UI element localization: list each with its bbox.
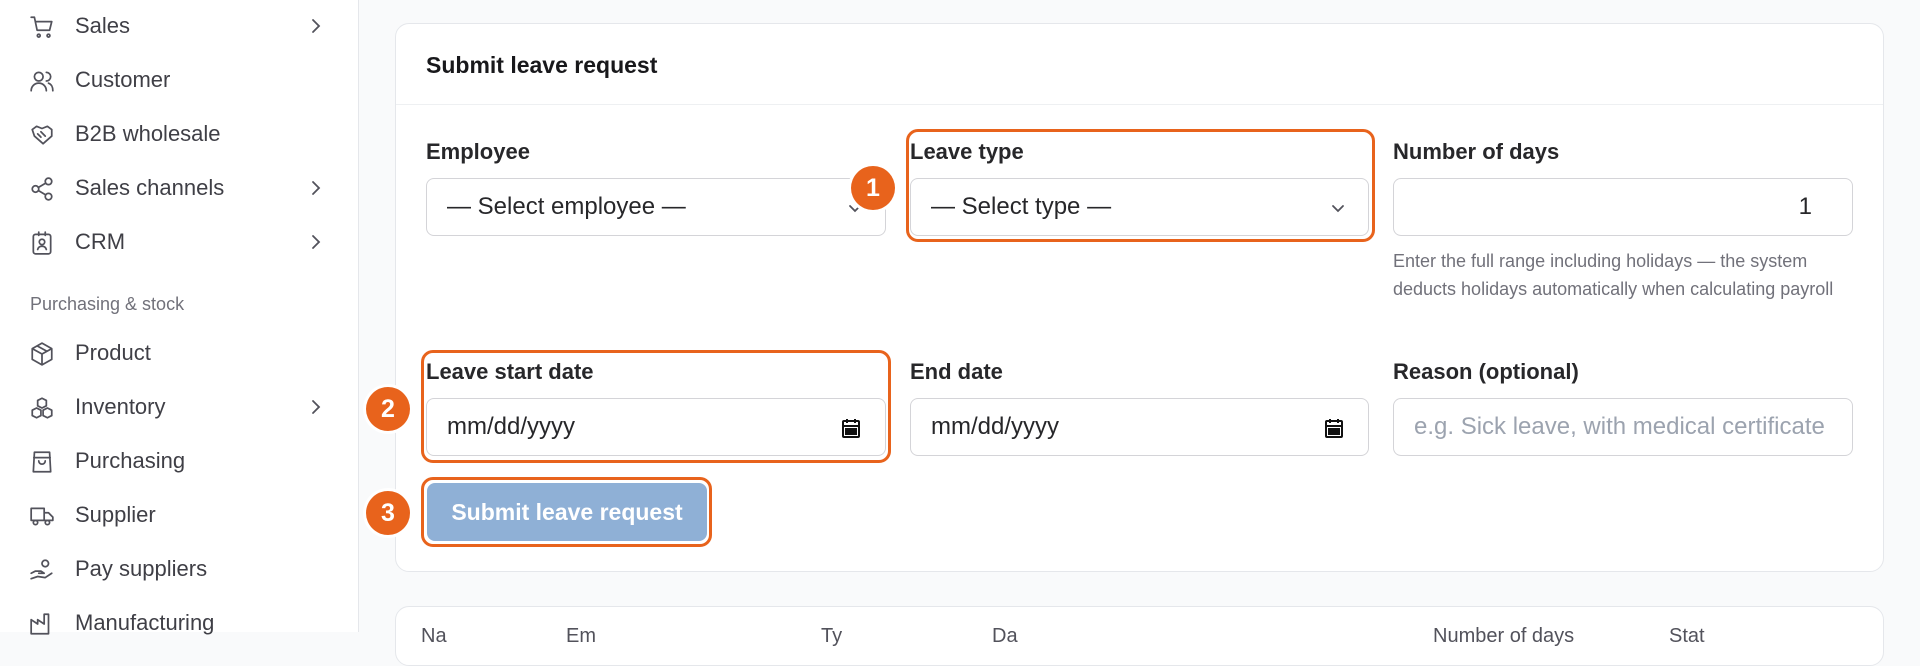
card-title: Submit leave request: [426, 52, 658, 78]
table-header: Stat: [1669, 625, 1705, 647]
box-icon: [29, 341, 55, 367]
sidebar-item-label: Sales: [75, 13, 131, 38]
sidebar-item-sales[interactable]: Sales: [0, 2, 358, 50]
sidebar-item-purchasing[interactable]: Purchasing: [0, 437, 358, 485]
chevron-right-icon: [306, 397, 326, 417]
number-of-days-label: Number of days: [1393, 139, 1560, 164]
reason-input[interactable]: e.g. Sick leave, with medical certificat…: [1393, 398, 1853, 456]
factory-icon: [29, 611, 55, 637]
leave-type-select[interactable]: — Select type —: [910, 178, 1369, 236]
sidebar-item-label: Sales channels: [75, 175, 225, 200]
sidebar-item-label: B2B wholesale: [75, 121, 221, 146]
sidebar-item-product[interactable]: Product: [0, 329, 358, 377]
calendar-icon[interactable]: [1322, 416, 1346, 440]
sidebar: Sales Customer B2B wholesale Sales chann…: [0, 0, 359, 635]
annotation-badge-3: 3: [366, 491, 410, 535]
sidebar-item-label: Customer: [75, 67, 171, 92]
submit-leave-request-button[interactable]: Submit leave request: [427, 483, 707, 541]
handshake-icon: [29, 122, 55, 148]
number-of-days-help: Enter the full range including holidays …: [1393, 251, 1834, 299]
calendar-icon[interactable]: [839, 416, 863, 440]
chevron-right-icon: [306, 16, 326, 36]
leave-start-date-input[interactable]: mm/dd/yyyy: [426, 398, 886, 456]
hand-coins-icon: [29, 557, 55, 583]
sidebar-item-crm[interactable]: CRM: [0, 218, 358, 266]
shopping-cart-icon: [29, 14, 55, 40]
number-of-days-input[interactable]: 1: [1393, 178, 1853, 236]
sidebar-section-title: Purchasing & stock: [30, 294, 185, 314]
sidebar-item-customer[interactable]: Customer: [0, 56, 358, 104]
leave-start-date-label: Leave start date: [426, 359, 594, 384]
table-header: Na: [421, 625, 447, 647]
reason-label: Reason (optional): [1393, 359, 1579, 384]
table-header: Em: [566, 625, 596, 647]
sidebar-item-pay-suppliers[interactable]: Pay suppliers: [0, 545, 358, 593]
reason-placeholder: e.g. Sick leave, with medical certificat…: [1414, 413, 1825, 440]
chevron-right-icon: [306, 232, 326, 252]
leave-type-label: Leave type: [910, 139, 1024, 164]
employee-select-value: — Select employee —: [447, 193, 686, 220]
card-header: Submit leave request: [396, 24, 1883, 105]
sidebar-item-inventory[interactable]: Inventory: [0, 383, 358, 431]
leave-requests-table: Na Em Ty Da Number of days Stat: [395, 606, 1884, 666]
employee-select[interactable]: — Select employee —: [426, 178, 886, 236]
sidebar-item-label: Supplier: [75, 502, 156, 527]
chevron-down-icon: [1328, 198, 1348, 218]
sidebar-item-supplier[interactable]: Supplier: [0, 491, 358, 539]
table-header: Ty: [821, 625, 843, 647]
truck-icon: [29, 503, 55, 529]
end-date-input[interactable]: mm/dd/yyyy: [910, 398, 1369, 456]
table-header: Number of days: [1433, 625, 1575, 647]
sidebar-item-b2b-wholesale[interactable]: B2B wholesale: [0, 110, 358, 158]
sidebar-item-label: Pay suppliers: [75, 556, 208, 581]
leave-start-date-value: mm/dd/yyyy: [447, 413, 576, 440]
sidebar-item-label: Purchasing: [75, 448, 186, 473]
end-date-value: mm/dd/yyyy: [931, 413, 1060, 440]
shopping-bag-icon: [29, 449, 55, 475]
users-icon: [29, 68, 55, 94]
sidebar-item-sales-channels[interactable]: Sales channels: [0, 164, 358, 212]
end-date-label: End date: [910, 359, 1003, 384]
leave-type-select-value: — Select type —: [931, 193, 1112, 220]
annotation-badge-2: 2: [366, 387, 410, 431]
sidebar-item-manufacturing[interactable]: Manufacturing: [0, 599, 358, 647]
boxes-icon: [29, 395, 55, 421]
chevron-right-icon: [306, 178, 326, 198]
share-icon: [29, 176, 55, 202]
sidebar-item-label: Product: [75, 340, 151, 365]
number-of-days-value: 1: [1798, 193, 1812, 220]
table-header: Da: [992, 625, 1018, 647]
sidebar-item-label: Manufacturing: [75, 610, 215, 635]
sidebar-item-label: Inventory: [75, 394, 166, 419]
sidebar-item-label: CRM: [75, 229, 126, 254]
employee-label: Employee: [426, 139, 530, 164]
contact-card-icon: [29, 230, 55, 256]
annotation-badge-1: 1: [851, 166, 895, 210]
